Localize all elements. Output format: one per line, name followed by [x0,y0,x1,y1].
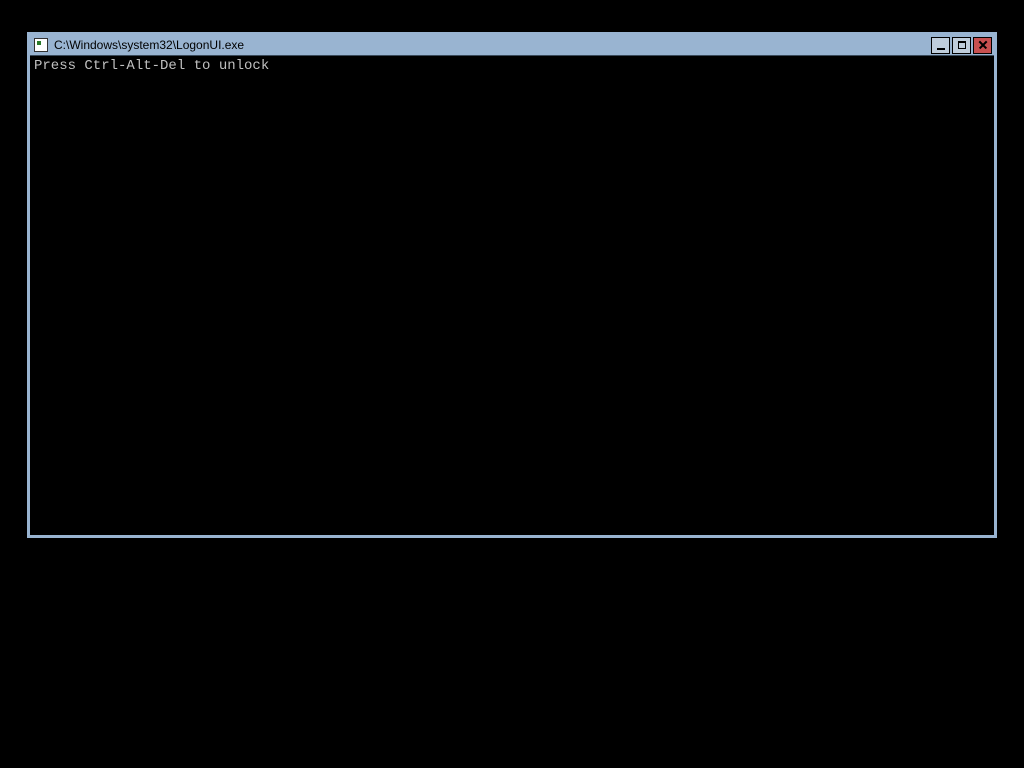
minimize-button[interactable] [931,37,950,54]
app-icon [34,38,48,52]
window-title: C:\Windows\system32\LogonUI.exe [54,35,931,55]
console-output: Press Ctrl-Alt-Del to unlock [30,55,994,535]
maximize-icon [958,41,966,49]
titlebar[interactable]: C:\Windows\system32\LogonUI.exe [30,35,994,55]
console-line: Press Ctrl-Alt-Del to unlock [34,58,990,74]
close-button[interactable] [973,37,992,54]
console-window: C:\Windows\system32\LogonUI.exe Press Ct… [27,32,997,538]
minimize-icon [937,48,945,50]
maximize-button[interactable] [952,37,971,54]
close-icon [978,40,988,50]
window-controls [931,37,992,54]
